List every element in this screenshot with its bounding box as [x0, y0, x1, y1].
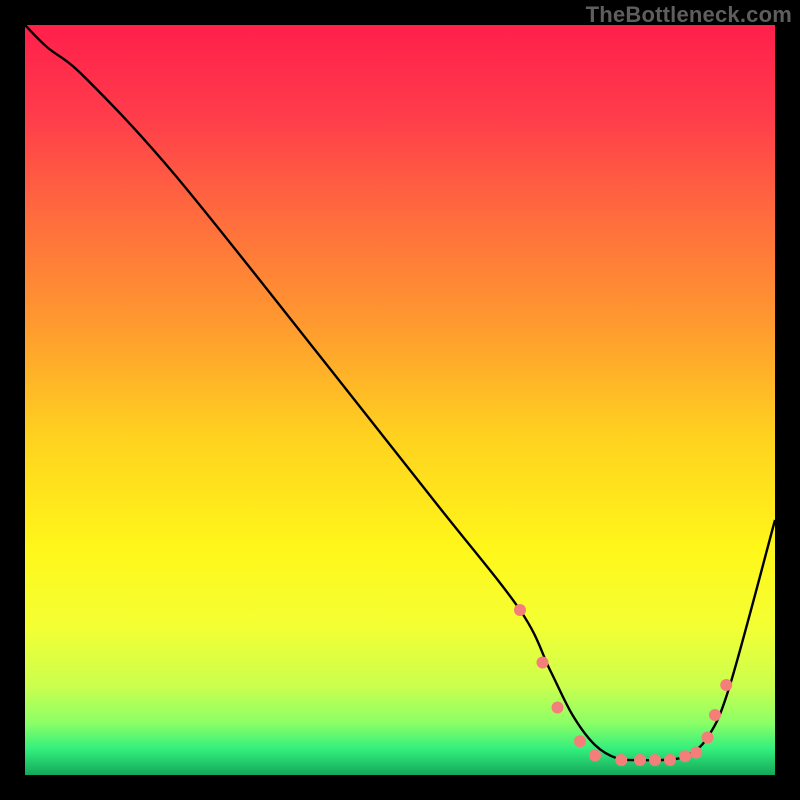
marker-dot — [720, 679, 732, 691]
marker-dot — [634, 754, 646, 766]
marker-dot — [649, 754, 661, 766]
marker-dot — [664, 754, 676, 766]
watermark-text: TheBottleneck.com — [586, 2, 792, 28]
marker-dot — [615, 754, 627, 766]
marker-dot — [552, 702, 564, 714]
marker-dot — [679, 750, 691, 762]
curve-layer — [25, 25, 775, 775]
marker-dot — [709, 709, 721, 721]
bottleneck-curve — [25, 25, 775, 760]
marker-dot — [690, 747, 702, 759]
chart-stage: TheBottleneck.com — [0, 0, 800, 800]
marker-dot — [702, 732, 714, 744]
marker-dot — [514, 604, 526, 616]
marker-dot — [537, 657, 549, 669]
marker-group — [514, 604, 732, 766]
marker-dot — [589, 750, 601, 762]
plot-area — [25, 25, 775, 775]
marker-dot — [574, 735, 586, 747]
